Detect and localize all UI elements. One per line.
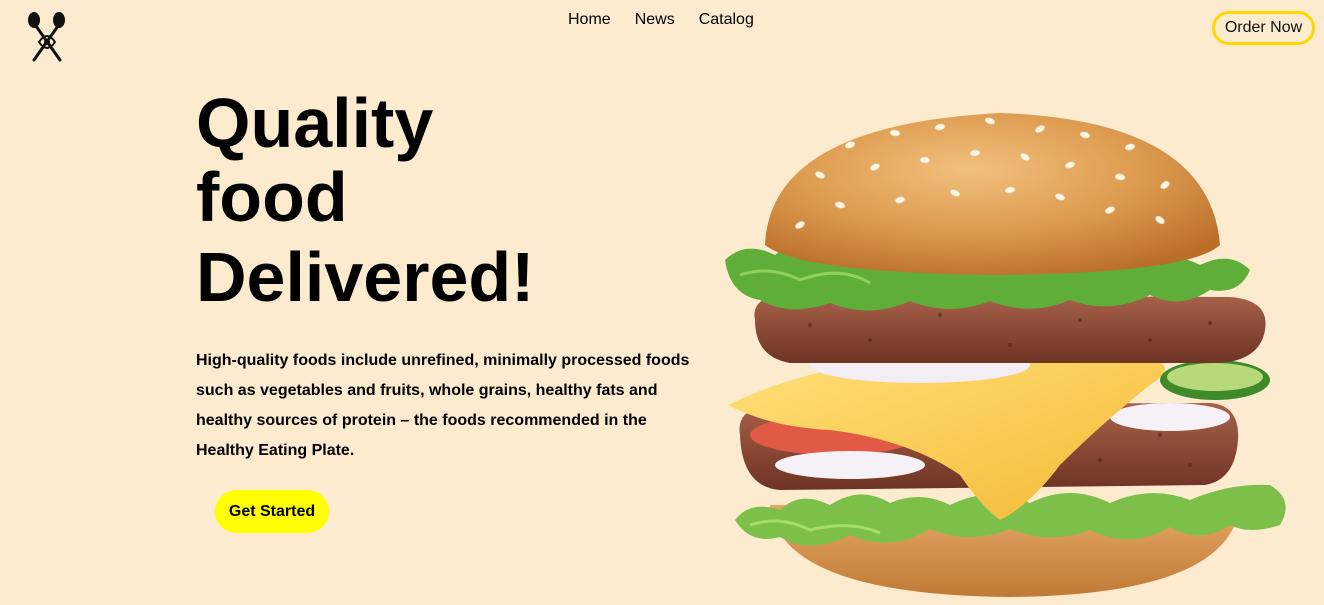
nav-catalog[interactable]: Catalog — [699, 10, 754, 30]
burger-image — [710, 105, 1300, 600]
hero-title: Quality food Delivered! — [196, 86, 616, 314]
fork-spoon-cross-icon — [28, 12, 65, 62]
order-now-button[interactable]: Order Now — [1212, 11, 1315, 45]
get-started-button[interactable]: Get Started — [215, 490, 329, 533]
nav-news[interactable]: News — [635, 10, 675, 30]
main-nav: Home News Catalog — [568, 10, 754, 30]
nav-home[interactable]: Home — [568, 10, 611, 30]
hero-title-line-2: food — [196, 158, 348, 236]
hero-title-line-3: Delivered! — [196, 238, 535, 316]
logo[interactable] — [24, 10, 70, 64]
hero-title-line-1: Quality — [196, 84, 434, 162]
hero-description: High-quality foods include unrefined, mi… — [196, 352, 690, 459]
